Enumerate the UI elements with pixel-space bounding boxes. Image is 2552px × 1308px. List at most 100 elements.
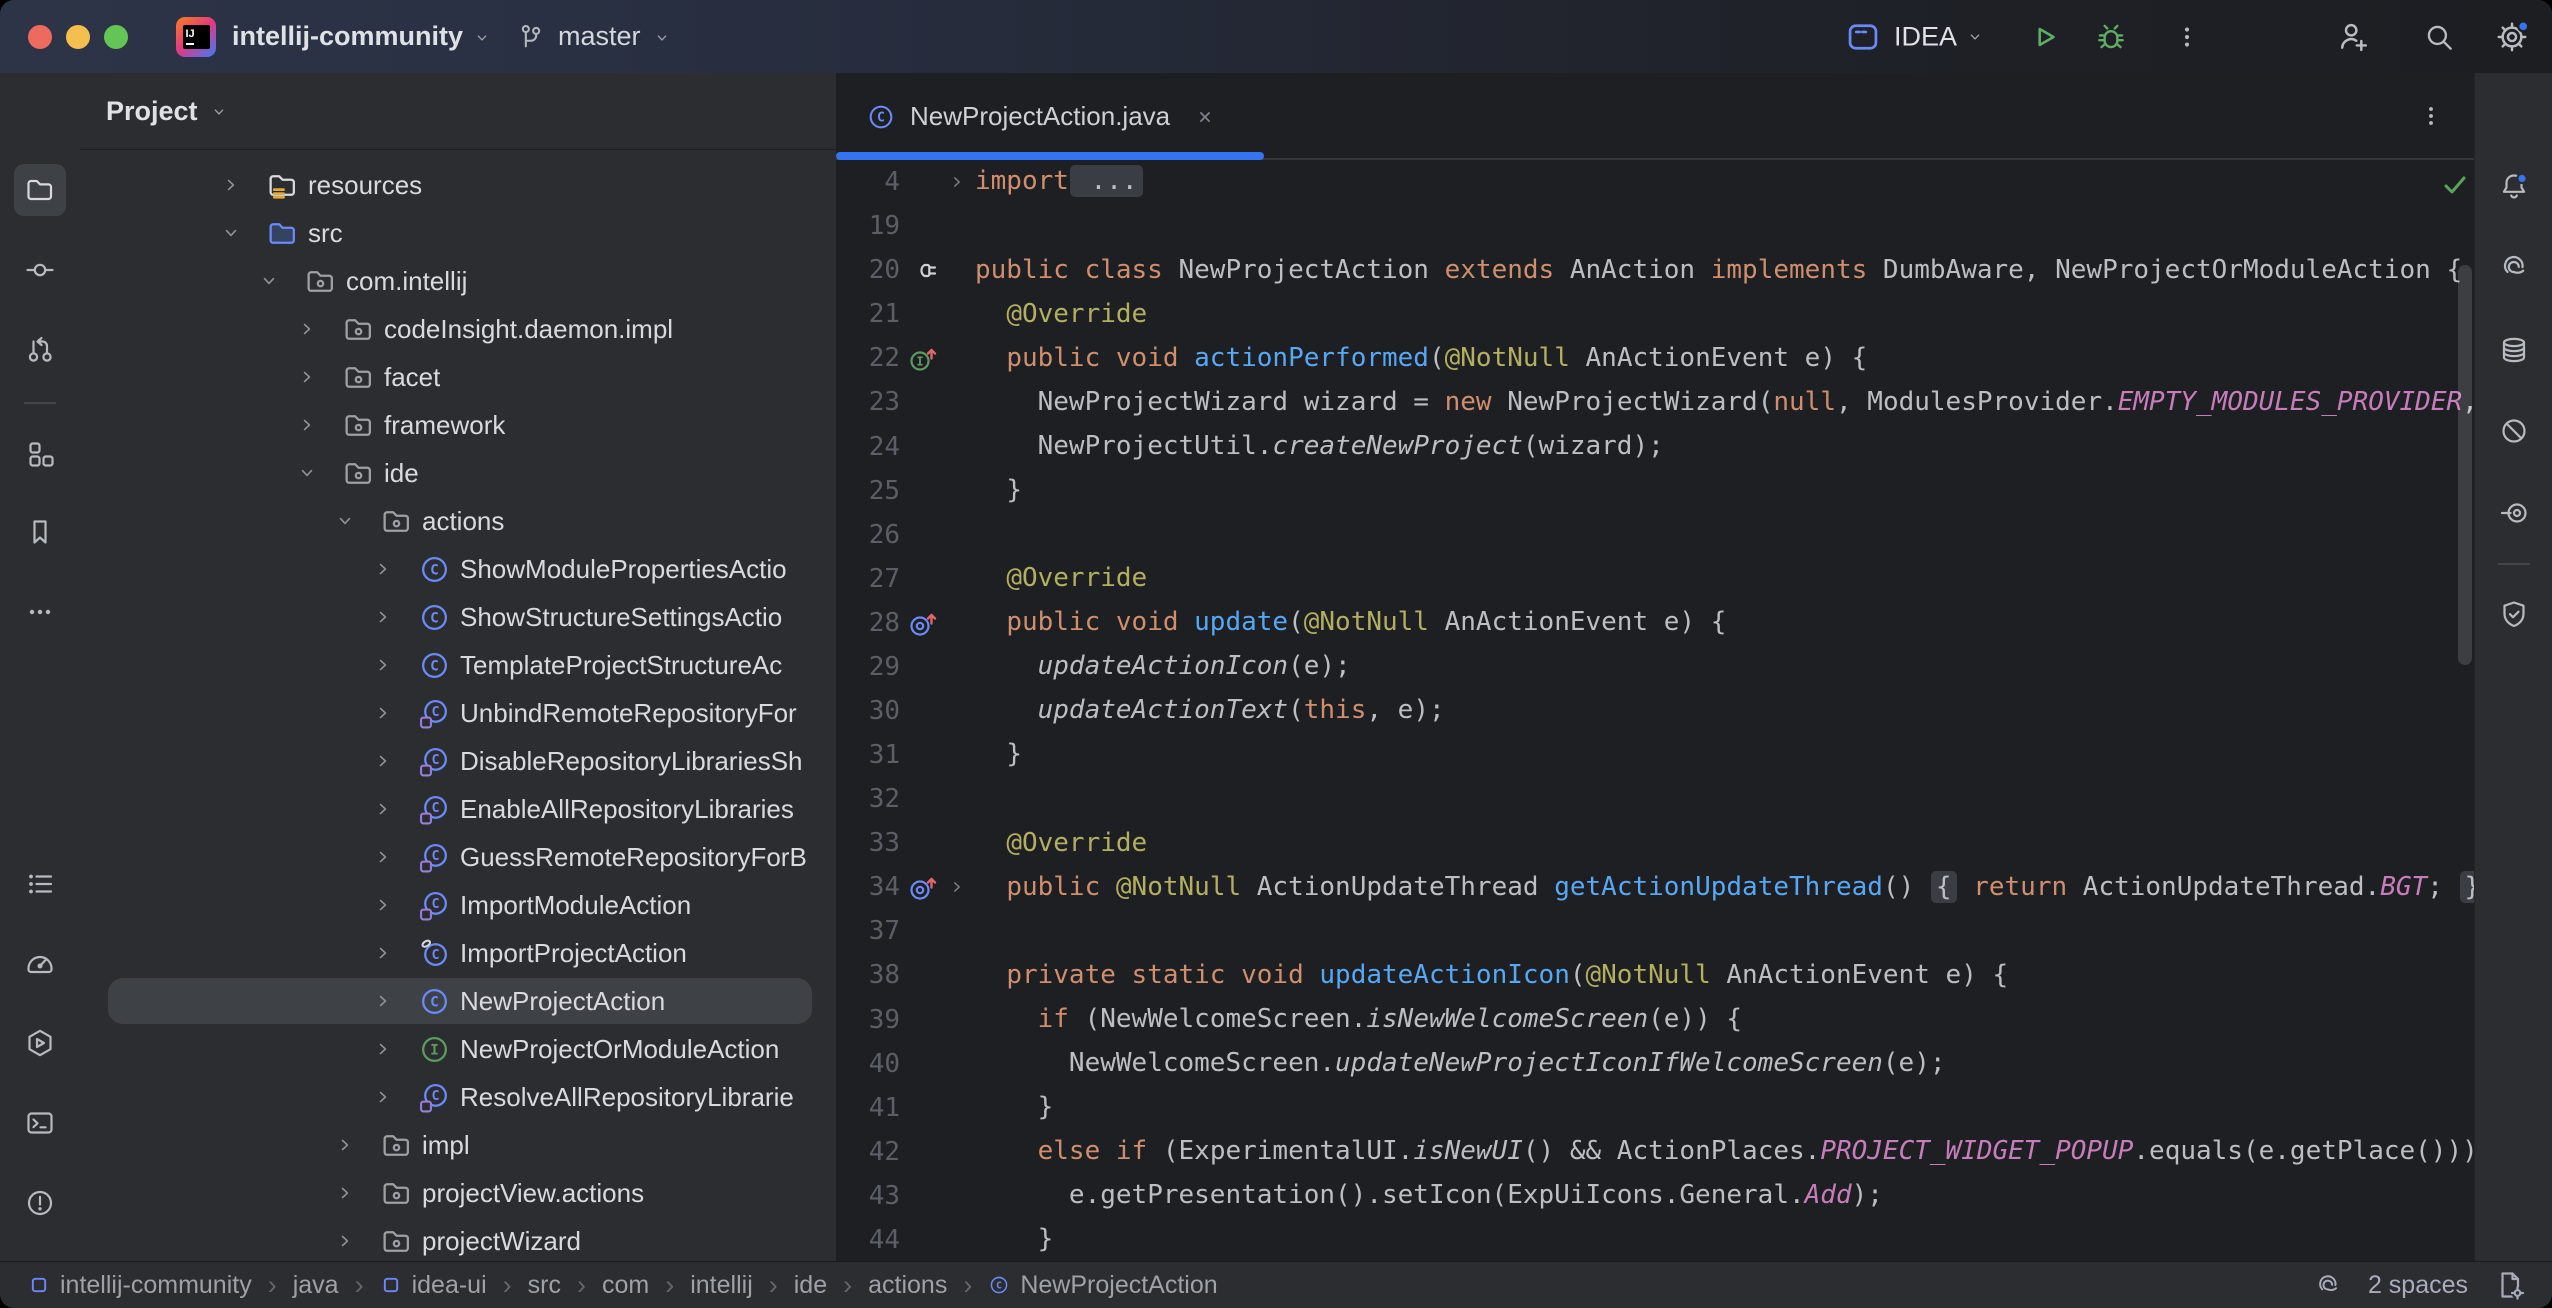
notifications-button[interactable] (2488, 161, 2540, 213)
bookmarks-tool-button[interactable] (14, 506, 66, 558)
tree-item-projectview-actions[interactable]: projectView.actions (80, 1169, 836, 1217)
tree-item-importmoduleaction[interactable]: CImportModuleAction (80, 881, 836, 929)
pull-requests-tool-button[interactable] (14, 324, 66, 376)
chevron-right-icon[interactable] (370, 990, 396, 1012)
database-button[interactable] (2488, 324, 2540, 376)
problems-tool-button[interactable] (14, 1177, 66, 1229)
chevron-right-icon[interactable] (370, 798, 396, 820)
chevron-right-icon[interactable] (370, 558, 396, 580)
chevron-right-icon[interactable] (332, 1134, 358, 1156)
shield-check-tool-button[interactable] (2488, 588, 2540, 640)
chevron-right-icon[interactable] (370, 702, 396, 724)
breadcrumb-item[interactable]: ide (794, 1271, 827, 1300)
tree-item-resolveallrepositorylibrarie[interactable]: CResolveAllRepositoryLibrarie (80, 1073, 836, 1121)
overrides-method-icon[interactable] (904, 871, 944, 903)
tree-item-resources[interactable]: resources (80, 161, 836, 209)
chevron-down-icon[interactable] (218, 222, 244, 244)
tree-item-newprojectormoduleaction[interactable]: INewProjectOrModuleAction (80, 1025, 836, 1073)
ai-assistant-status-icon[interactable] (2314, 1271, 2342, 1299)
run-config-icon[interactable] (1845, 19, 1881, 55)
tree-item-facet[interactable]: facet (80, 353, 836, 401)
tree-item-unbindremoterepositoryfor[interactable]: CUnbindRemoteRepositoryFor (80, 689, 836, 737)
run-config-label[interactable]: IDEA (1894, 21, 1957, 52)
breadcrumb-item[interactable]: CNewProjectAction (988, 1271, 1217, 1300)
overrides-method-icon[interactable] (904, 607, 944, 639)
project-panel-header[interactable]: Project (80, 73, 836, 150)
settings-button[interactable] (2494, 19, 2530, 55)
tree-item-codeinsight-daemon-impl[interactable]: codeInsight.daemon.impl (80, 305, 836, 353)
tree-item-projectwizard[interactable]: projectWizard (80, 1217, 836, 1262)
tree-item-showstructuresettingsactio[interactable]: CShowStructureSettingsActio (80, 593, 836, 641)
indent-style-widget[interactable]: 2 spaces (2368, 1271, 2468, 1300)
chevron-right-icon[interactable] (370, 1086, 396, 1108)
tree-item-newprojectaction[interactable]: CNewProjectAction (80, 977, 836, 1025)
search-everywhere-button[interactable] (2422, 20, 2456, 54)
run-button[interactable] (2028, 20, 2062, 54)
editor-options-button[interactable] (2417, 102, 2445, 130)
fold-chevron-icon[interactable] (944, 172, 970, 192)
chevron-down-icon[interactable] (332, 510, 358, 532)
chevron-down-icon[interactable] (256, 270, 282, 292)
profiler-tool-button[interactable] (14, 938, 66, 990)
minimize-window-button[interactable] (66, 25, 90, 49)
vcs-branch-widget[interactable]: master (516, 0, 671, 73)
ai-assistant-button[interactable] (2488, 241, 2540, 293)
breadcrumb-item[interactable]: actions (868, 1271, 947, 1300)
tree-item-ide[interactable]: ide (80, 449, 836, 497)
tree-item-enableallrepositorylibraries[interactable]: CEnableAllRepositoryLibraries (80, 785, 836, 833)
breadcrumb-item[interactable]: intellij (690, 1271, 753, 1300)
project-tool-button[interactable] (14, 164, 66, 216)
terminal-tool-button[interactable] (14, 1097, 66, 1149)
chevron-down-icon[interactable] (294, 462, 320, 484)
tree-item-showmodulepropertiesactio[interactable]: CShowModulePropertiesActio (80, 545, 836, 593)
breadcrumb-item[interactable]: com (602, 1271, 649, 1300)
tree-item-impl[interactable]: impl (80, 1121, 836, 1169)
editor-scrollbar[interactable] (2458, 265, 2472, 665)
implements-method-icon[interactable]: I (904, 342, 944, 374)
tree-item-com-intellij[interactable]: com.intellij (80, 257, 836, 305)
code-viewport[interactable]: 4import ...1920public class NewProjectAc… (836, 160, 2475, 1262)
chevron-right-icon[interactable] (332, 1230, 358, 1252)
chevron-right-icon[interactable] (332, 1182, 358, 1204)
tree-item-guessremoterepositoryforb[interactable]: CGuessRemoteRepositoryForB (80, 833, 836, 881)
services-tool-button[interactable] (14, 1017, 66, 1069)
chevron-right-icon[interactable] (294, 414, 320, 436)
close-window-button[interactable] (28, 25, 52, 49)
commit-tool-button[interactable] (14, 244, 66, 296)
todo-tool-button[interactable] (14, 858, 66, 910)
inspections-ok-icon[interactable] (2439, 169, 2471, 201)
chevron-right-icon[interactable] (294, 366, 320, 388)
editor-tab[interactable]: C NewProjectAction.java (836, 73, 1264, 160)
chevron-right-icon[interactable] (370, 942, 396, 964)
breadcrumb-item[interactable]: intellij-community (28, 1271, 252, 1300)
overridden-marker-icon[interactable] (904, 254, 944, 286)
tree-item-actions[interactable]: actions (80, 497, 836, 545)
zoom-window-button[interactable] (104, 25, 128, 49)
chevron-right-icon[interactable] (370, 606, 396, 628)
chevron-right-icon[interactable] (370, 894, 396, 916)
chevron-right-icon[interactable] (370, 654, 396, 676)
chevron-down-icon[interactable] (1966, 28, 1984, 46)
chevron-right-icon[interactable] (294, 318, 320, 340)
tree-item-disablerepositorylibrariessh[interactable]: CDisableRepositoryLibrariesSh (80, 737, 836, 785)
code-with-me-button[interactable] (2336, 19, 2372, 55)
chevron-right-icon[interactable] (370, 1038, 396, 1060)
tree-item-templateprojectstructureac[interactable]: CTemplateProjectStructureAc (80, 641, 836, 689)
breadcrumb-item[interactable]: src (528, 1271, 561, 1300)
tree-item-src[interactable]: src (80, 209, 836, 257)
tree-item-importprojectaction[interactable]: CImportProjectAction (80, 929, 836, 977)
fold-chevron-icon[interactable] (944, 877, 970, 897)
more-tool-windows-button[interactable] (14, 586, 66, 638)
chevron-right-icon[interactable] (370, 846, 396, 868)
project-name-widget[interactable]: intellij-community (232, 0, 491, 73)
slashed-circle-tool-button[interactable] (2488, 405, 2540, 457)
close-tab-icon[interactable] (1194, 106, 1216, 128)
tree-item-framework[interactable]: framework (80, 401, 836, 449)
debug-button[interactable] (2094, 20, 2128, 54)
endpoints-tool-button[interactable] (2488, 487, 2540, 539)
chevron-right-icon[interactable] (370, 750, 396, 772)
breadcrumb-item[interactable]: java (293, 1271, 339, 1300)
breadcrumb-item[interactable]: idea-ui (380, 1271, 487, 1300)
structure-tool-button[interactable] (14, 428, 66, 480)
chevron-right-icon[interactable] (218, 174, 244, 196)
